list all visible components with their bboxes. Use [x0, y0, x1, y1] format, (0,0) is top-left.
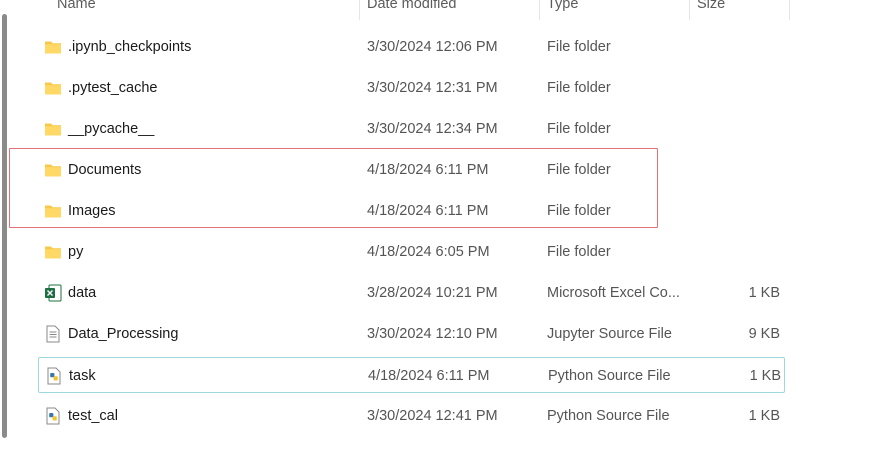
scrollbar-thumb[interactable]	[2, 14, 7, 438]
file-size	[738, 111, 780, 147]
file-size	[738, 152, 780, 188]
file-date-modified: 3/28/2024 10:21 PM	[367, 285, 498, 301]
column-header-name[interactable]: Name	[57, 0, 96, 18]
file-row[interactable]: .ipynb_checkpoints 3/30/2024 12:06 PM File…	[38, 29, 785, 65]
file-type: Python Source File	[548, 368, 671, 384]
column-header-size[interactable]: Size	[697, 0, 725, 18]
file-name: .ipynb_checkpoints	[68, 39, 192, 55]
file-row[interactable]: py 4/18/2024 6:05 PM File folder	[38, 234, 785, 270]
folder-icon	[44, 243, 62, 261]
file-type: Python Source File	[547, 408, 670, 424]
file-date-modified: 3/30/2024 12:41 PM	[367, 408, 498, 424]
file-name: Data_Processing	[68, 326, 179, 342]
file-row[interactable]: test_cal 3/30/2024 12:41 PM Python Source …	[38, 398, 785, 434]
text-file-icon	[44, 325, 62, 343]
file-date-modified: 3/30/2024 12:34 PM	[367, 121, 498, 137]
file-row[interactable]: data 3/28/2024 10:21 PM Microsoft Excel Co…	[38, 275, 785, 311]
file-name: data	[68, 285, 97, 301]
column-divider[interactable]	[359, 0, 360, 20]
column-divider[interactable]	[539, 0, 540, 20]
python-file-icon	[44, 407, 62, 425]
file-name: __pycache__	[68, 121, 155, 137]
file-type: Jupyter Source File	[547, 326, 672, 342]
python-file-icon	[45, 367, 63, 385]
file-size: 1 KB	[748, 408, 780, 424]
file-row[interactable]: .pytest_cache 3/30/2024 12:31 PM File fold…	[38, 70, 785, 106]
file-name: .pytest_cache	[68, 80, 158, 96]
file-date-modified: 3/30/2024 12:10 PM	[367, 326, 498, 342]
file-type: File folder	[547, 39, 611, 55]
file-size	[738, 193, 780, 229]
folder-icon	[44, 38, 62, 56]
file-row[interactable]: Data_Processing 3/30/2024 12:10 PM Jupyter…	[38, 316, 785, 352]
file-name: task	[69, 368, 96, 384]
file-size	[738, 234, 780, 270]
column-divider[interactable]	[789, 0, 790, 20]
folder-icon	[44, 120, 62, 138]
excel-file-icon	[44, 284, 62, 302]
file-date-modified: 4/18/2024 6:05 PM	[367, 244, 490, 260]
file-date-modified: 3/30/2024 12:06 PM	[367, 39, 498, 55]
selection-highlight-box	[9, 148, 658, 228]
file-size	[738, 29, 780, 65]
file-name: test_cal	[68, 408, 118, 424]
vertical-scrollbar[interactable]	[0, 0, 9, 452]
column-header-date-modified[interactable]: Date modified	[367, 0, 456, 18]
file-size	[738, 70, 780, 106]
column-header-row: Name Date modified Type Size	[0, 0, 876, 20]
file-type: File folder	[547, 80, 611, 96]
file-size: 1 KB	[748, 285, 780, 301]
file-name: py	[68, 244, 84, 260]
file-date-modified: 4/18/2024 6:11 PM	[368, 368, 490, 384]
file-size: 9 KB	[748, 326, 780, 342]
file-size: 1 KB	[749, 368, 781, 384]
column-divider[interactable]	[689, 0, 690, 20]
file-date-modified: 3/30/2024 12:31 PM	[367, 80, 498, 96]
file-type: File folder	[547, 121, 611, 137]
file-type: File folder	[547, 244, 611, 260]
column-header-type[interactable]: Type	[547, 0, 578, 18]
file-type: Microsoft Excel Co...	[547, 285, 680, 301]
file-row[interactable]: task 4/18/2024 6:11 PM Python Source File 1…	[38, 357, 785, 393]
file-row[interactable]: __pycache__ 3/30/2024 12:34 PM File folder	[38, 111, 785, 147]
folder-icon	[44, 79, 62, 97]
